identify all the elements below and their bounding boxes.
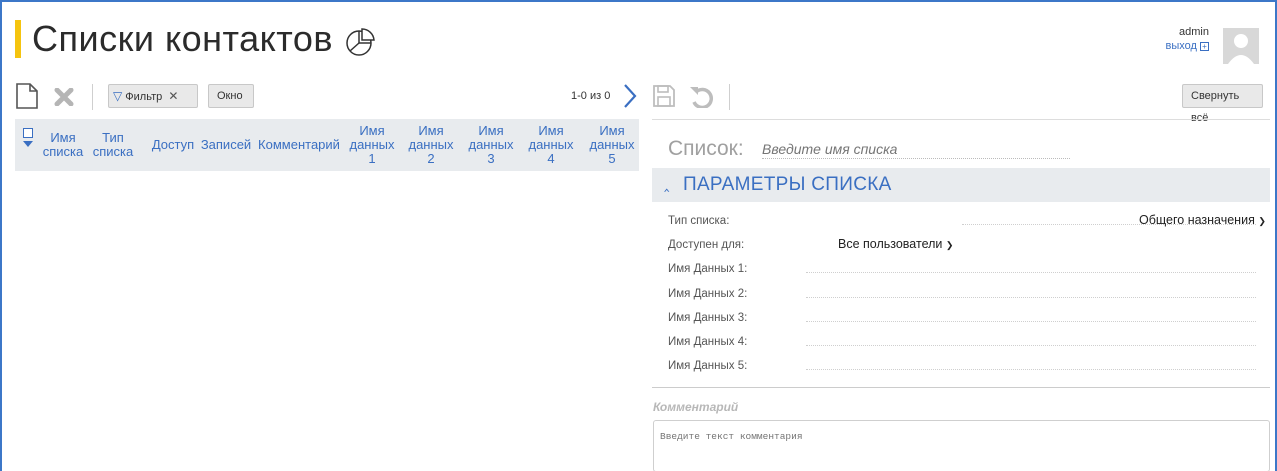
field-label: Имя Данных 3: [668, 312, 748, 324]
user-info: admin выход + [1166, 26, 1209, 52]
logout-link[interactable]: выход + [1166, 40, 1209, 52]
data-name-2-input[interactable] [806, 297, 1256, 298]
access-select[interactable]: Все пользователи ❯ [838, 237, 953, 251]
column-header[interactable]: Имя данных 4 [526, 119, 576, 171]
save-icon[interactable] [652, 84, 676, 108]
title-marker [15, 20, 21, 58]
pager-text: 1-0 из 0 [571, 90, 611, 102]
table-header: Имя списка Тип списка Доступ Записей Ком… [15, 119, 639, 171]
column-header[interactable]: Имя данных 5 [587, 119, 637, 171]
collapse-all-button[interactable]: Свернуть всё [1182, 84, 1263, 124]
section-header[interactable]: ‸ ПАРАМЕТРЫ СПИСКА [652, 168, 1270, 202]
divider [652, 119, 1270, 120]
filter-icon: ▽ [113, 89, 123, 103]
field-label: Доступен для: [668, 239, 745, 251]
comment-label: Комментарий [653, 400, 739, 414]
logout-icon: + [1200, 41, 1209, 51]
field-label: Имя Данных 5: [668, 360, 748, 372]
new-document-icon[interactable] [14, 82, 40, 110]
chevron-right-icon[interactable] [621, 82, 639, 110]
pie-chart-icon[interactable] [344, 26, 376, 58]
field-label: Тип списка: [668, 215, 730, 227]
chevron-down-icon: ❯ [945, 240, 954, 250]
chevron-up-icon[interactable]: ‸ [664, 173, 669, 193]
column-header[interactable]: Тип списка [93, 119, 134, 171]
divider [652, 387, 1270, 388]
chevron-down-icon: ❯ [1258, 216, 1266, 226]
column-header[interactable]: Записей [199, 119, 253, 171]
data-name-4-input[interactable] [806, 345, 1256, 346]
window-button[interactable]: Окно [208, 84, 254, 108]
data-name-1-input[interactable] [806, 272, 1256, 273]
filter-button[interactable]: ▽ Фильтр ✕ [108, 84, 198, 108]
list-name-label: Список: [668, 137, 744, 160]
data-name-5-input[interactable] [806, 369, 1256, 370]
select-all-checkbox[interactable] [23, 128, 33, 138]
app-window: Списки контактов admin выход + ▽ Фильтр … [0, 0, 1277, 471]
list-name-input[interactable] [762, 139, 1070, 159]
user-name: admin [1179, 26, 1209, 38]
column-header[interactable]: Имя данных 2 [406, 119, 456, 171]
sort-down-icon[interactable] [23, 141, 33, 147]
column-header[interactable]: Комментарий [256, 119, 342, 171]
column-header[interactable]: Имя данных 3 [466, 119, 516, 171]
avatar[interactable] [1223, 28, 1259, 64]
field-label: Имя Данных 2: [668, 288, 748, 300]
data-name-3-input[interactable] [806, 321, 1256, 322]
field-label: Имя Данных 1: [668, 263, 748, 275]
column-header[interactable]: Доступ [147, 119, 199, 171]
section-title: ПАРАМЕТРЫ СПИСКА [683, 174, 892, 195]
close-icon[interactable]: ✕ [168, 89, 178, 103]
toolbar-divider [92, 84, 93, 110]
toolbar-divider [729, 84, 730, 110]
comment-textarea[interactable] [653, 420, 1270, 471]
list-type-select[interactable]: Общего назначения ❯ [1139, 213, 1266, 227]
delete-icon[interactable] [54, 88, 74, 106]
column-header[interactable]: Имя данных 1 [347, 119, 397, 171]
column-header[interactable]: Имя списка [39, 119, 87, 171]
field-label: Имя Данных 4: [668, 336, 748, 348]
undo-icon[interactable] [688, 84, 714, 108]
page-title: Списки контактов [32, 18, 334, 59]
